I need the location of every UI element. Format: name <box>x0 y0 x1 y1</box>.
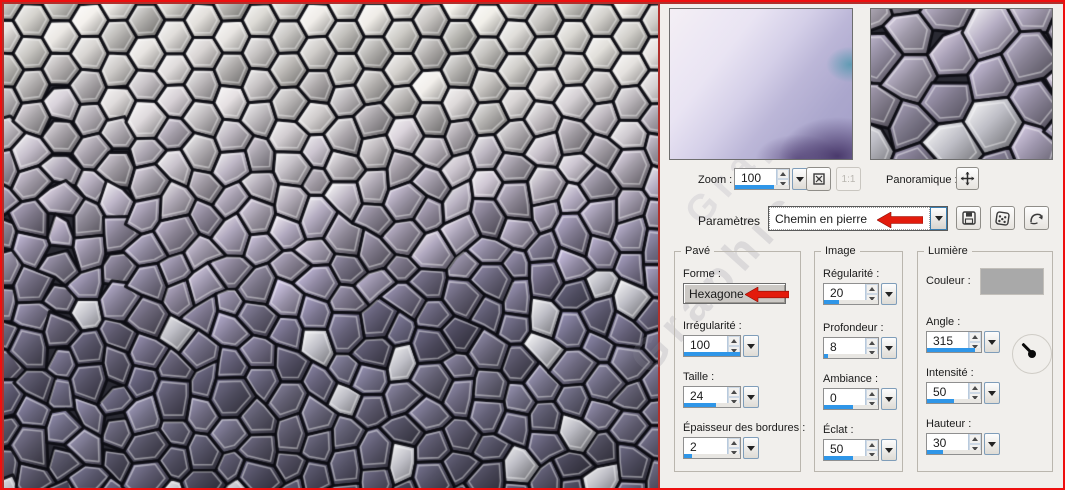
actual-size-button: 1:1 <box>836 167 861 191</box>
slider-track[interactable] <box>927 348 981 352</box>
angle-label: Angle : <box>926 316 1052 328</box>
red-arrow-annotation <box>745 287 789 302</box>
group-image: Image Régularité : 20 Profondeu <box>814 251 903 472</box>
profondeur-spinner[interactable]: 8 <box>823 337 902 359</box>
slider-track[interactable] <box>927 399 981 403</box>
slider-track[interactable] <box>684 403 740 407</box>
slider-track[interactable] <box>824 354 878 358</box>
group-pave-title: Pavé <box>681 245 714 257</box>
randomize-button[interactable] <box>990 206 1015 230</box>
slider-dropdown-button[interactable] <box>984 331 1000 353</box>
slider-track[interactable] <box>824 300 878 304</box>
preset-combobox[interactable]: Chemin en pierre <box>768 206 948 231</box>
reset-to-default-button[interactable] <box>1024 206 1049 230</box>
taille-label: Taille : <box>683 371 800 383</box>
zoom-spinner[interactable]: 100 <box>734 168 808 190</box>
spin-up-button[interactable] <box>866 284 878 294</box>
hauteur-label: Hauteur : <box>926 418 1052 430</box>
slider-dropdown-button[interactable] <box>743 335 759 357</box>
ambiance-spinner[interactable]: 0 <box>823 388 902 410</box>
spin-up-button[interactable] <box>866 440 878 450</box>
forme-combobox[interactable]: Hexagone <box>683 283 786 304</box>
params-label: Paramètres <box>698 214 760 228</box>
red-arrow-annotation <box>877 212 923 228</box>
slider-dropdown-button[interactable] <box>743 386 759 408</box>
pan-button[interactable] <box>956 167 979 190</box>
fit-preview-button[interactable] <box>806 167 831 191</box>
slider-dropdown-button[interactable] <box>984 433 1000 455</box>
spin-up-button[interactable] <box>969 383 981 393</box>
forme-value: Hexagone <box>689 287 744 301</box>
group-image-title: Image <box>821 245 860 257</box>
forme-label: Forme : <box>683 268 800 280</box>
slider-track[interactable] <box>824 456 878 460</box>
profondeur-label: Profondeur : <box>823 322 902 334</box>
stone-path-effect-dialog: Graphic Graphic Zoom : 100 <box>0 0 1065 490</box>
spin-up-button[interactable] <box>866 338 878 348</box>
eclat-spinner[interactable]: 50 <box>823 439 902 461</box>
fit-preview-icon <box>811 171 827 187</box>
epaisseur-spinner[interactable]: 2 <box>683 437 800 459</box>
slider-dropdown-button[interactable] <box>881 439 897 461</box>
floppy-disk-icon <box>961 210 977 226</box>
spin-up-button[interactable] <box>866 389 878 399</box>
group-lumiere: Lumière Couleur : Angle : 315 <box>917 251 1053 472</box>
slider-dropdown-button[interactable] <box>984 382 1000 404</box>
preview-after-canvas <box>871 9 1052 159</box>
slider-dropdown-button[interactable] <box>743 437 759 459</box>
spin-up-button[interactable] <box>777 169 789 179</box>
epaisseur-label: Épaisseur des bordures : <box>683 422 800 434</box>
spin-up-button[interactable] <box>728 387 740 397</box>
slider-dropdown-button[interactable] <box>881 283 897 305</box>
preset-value: Chemin en pierre <box>775 212 867 226</box>
save-preset-button[interactable] <box>956 206 981 230</box>
eclat-label: Éclat : <box>823 424 902 436</box>
preview-before-pane[interactable] <box>669 8 853 160</box>
pan-label: Panoramique : <box>886 174 958 186</box>
slider-track[interactable] <box>684 454 740 458</box>
move-cross-icon <box>960 171 975 186</box>
dice-icon <box>994 210 1011 227</box>
irregularite-spinner[interactable]: 100 <box>683 335 800 357</box>
main-image-canvas <box>4 4 658 490</box>
taille-spinner[interactable]: 24 <box>683 386 800 408</box>
couleur-label: Couleur : <box>926 275 971 287</box>
slider-track[interactable] <box>927 450 981 454</box>
hauteur-spinner[interactable]: 30 <box>926 433 1052 455</box>
spin-up-button[interactable] <box>728 336 740 346</box>
slider-dropdown-button[interactable] <box>881 337 897 359</box>
regularite-spinner[interactable]: 20 <box>823 283 902 305</box>
ambiance-label: Ambiance : <box>823 373 902 385</box>
regularite-label: Régularité : <box>823 268 902 280</box>
group-lumiere-title: Lumière <box>924 245 972 257</box>
effect-settings-panel: Graphic Graphic Zoom : 100 <box>660 4 1063 488</box>
intensite-spinner[interactable]: 50 <box>926 382 1052 404</box>
spin-up-button[interactable] <box>728 438 740 448</box>
spin-up-button[interactable] <box>969 434 981 444</box>
reset-arrow-icon <box>1028 210 1045 227</box>
irregularite-label: Irrégularité : <box>683 320 800 332</box>
slider-track[interactable] <box>824 405 878 409</box>
zoom-slider-track[interactable] <box>735 185 789 189</box>
slider-track[interactable] <box>684 352 740 356</box>
preset-dropdown-button[interactable] <box>930 207 947 230</box>
spin-up-button[interactable] <box>969 332 981 342</box>
angle-dial[interactable] <box>1012 334 1052 374</box>
preview-after-pane[interactable] <box>870 8 1053 160</box>
slider-dropdown-button[interactable] <box>881 388 897 410</box>
couleur-swatch[interactable] <box>980 268 1044 295</box>
zoom-label: Zoom : <box>698 174 732 186</box>
angle-dial-center <box>1028 350 1036 358</box>
group-pave: Pavé Forme : Hexagone Irrégularité : 100 <box>674 251 801 472</box>
